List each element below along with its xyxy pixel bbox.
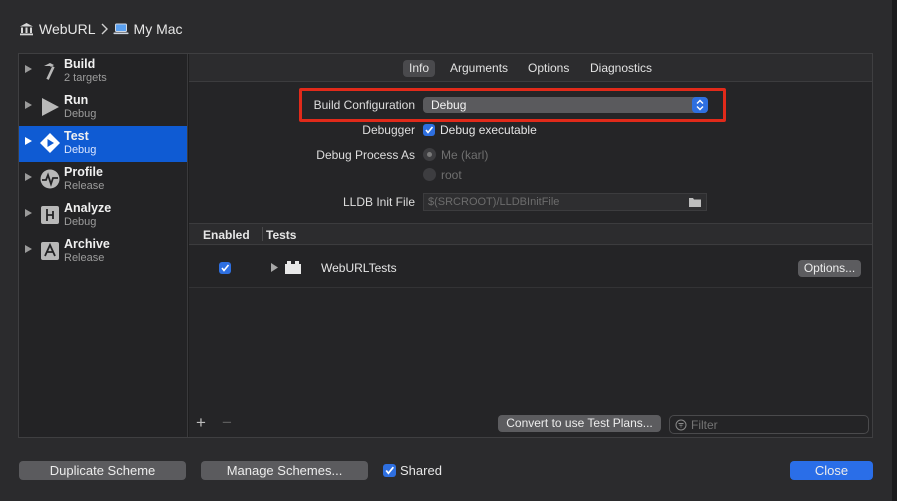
process-me-radio[interactable] (423, 148, 436, 161)
tests-table-header: Enabled Tests (189, 223, 872, 245)
filter-icon (675, 419, 687, 431)
breadcrumb-project[interactable]: WebURL (39, 21, 96, 37)
sidebar-item-label: Profile (64, 165, 103, 179)
disclosure-triangle-icon[interactable] (25, 245, 32, 253)
debug-process-label: Debug Process As (316, 148, 415, 162)
scheme-breadcrumb[interactable]: WebURL My Mac (19, 19, 183, 39)
checkmark-icon (385, 466, 395, 475)
process-me-label: Me (karl) (441, 148, 489, 162)
shared-checkbox[interactable] (383, 464, 396, 477)
sidebar-item-profile[interactable]: Profile Release (19, 162, 187, 198)
play-icon (42, 98, 59, 116)
tab-info[interactable]: Info (403, 60, 436, 77)
disclosure-triangle-icon[interactable] (25, 101, 32, 109)
lldb-init-label: LLDB Init File (342, 195, 415, 209)
test-enabled-checkbox[interactable] (219, 262, 231, 274)
disclosure-triangle-icon[interactable] (271, 263, 278, 272)
manage-schemes-button[interactable]: Manage Schemes... (201, 461, 368, 480)
window-edge (892, 0, 897, 501)
checkmark-icon (425, 126, 434, 134)
profile-gauge-icon (40, 169, 60, 189)
process-root-label: root (441, 168, 462, 182)
annotation-highlight-box (299, 88, 726, 122)
lldb-init-file-field[interactable]: $(SRCROOT)/LLDBInitFile (423, 193, 707, 211)
disclosure-triangle-icon[interactable] (25, 173, 32, 181)
debug-executable-checkbox[interactable] (423, 124, 435, 136)
breadcrumb-destination[interactable]: My Mac (134, 21, 183, 37)
tab-options[interactable]: Options (522, 60, 575, 77)
sidebar-item-test[interactable]: Test Debug (19, 126, 187, 162)
disclosure-triangle-icon[interactable] (25, 209, 32, 217)
column-tests[interactable]: Tests (266, 228, 296, 242)
folder-icon[interactable] (688, 196, 702, 208)
checkmark-icon (221, 264, 230, 272)
process-root-radio[interactable] (423, 168, 436, 181)
test-bundle-icon (285, 261, 301, 274)
laptop-icon (113, 23, 129, 35)
test-diamond-icon (40, 133, 60, 153)
column-separator (262, 227, 263, 241)
column-enabled[interactable]: Enabled (203, 228, 250, 242)
hammer-icon (44, 63, 55, 80)
test-options-button[interactable]: Options... (798, 260, 861, 277)
sidebar-item-sublabel: 2 targets (64, 72, 107, 84)
filter-field[interactable]: Filter (669, 415, 869, 434)
disclosure-triangle-icon[interactable] (25, 65, 32, 73)
sidebar-item-sublabel: Release (64, 252, 105, 264)
debugger-label: Debugger (362, 123, 415, 137)
sidebar-item-label: Archive (64, 237, 110, 251)
bank-icon (20, 23, 33, 36)
convert-test-plans-button[interactable]: Convert to use Test Plans... (498, 415, 661, 432)
sidebar-item-label: Analyze (64, 201, 112, 215)
tab-bar: Info Arguments Options Diagnostics (189, 54, 872, 82)
sidebar-item-sublabel: Debug (64, 216, 97, 228)
disclosure-triangle-icon[interactable] (25, 137, 32, 145)
sidebar-item-label: Build (64, 57, 96, 71)
analyze-icon (41, 206, 59, 224)
lldb-init-placeholder: $(SRCROOT)/LLDBInitFile (428, 196, 560, 208)
debug-executable-label[interactable]: Debug executable (440, 123, 537, 137)
tab-arguments[interactable]: Arguments (444, 60, 514, 77)
sidebar-item-analyze[interactable]: Analyze Debug (19, 198, 187, 234)
sidebar-item-label: Test (64, 129, 89, 143)
sidebar-item-sublabel: Debug (64, 108, 97, 120)
sidebar-item-sublabel: Debug (64, 144, 97, 156)
table-row[interactable]: WebURLTests Options... (189, 246, 872, 288)
test-name: WebURLTests (321, 261, 397, 275)
sidebar-item-build[interactable]: Build 2 targets (19, 54, 187, 90)
sidebar-item-run[interactable]: Run Debug (19, 90, 187, 126)
shared-label[interactable]: Shared (400, 463, 442, 478)
tab-diagnostics[interactable]: Diagnostics (584, 60, 658, 77)
scheme-actions-sidebar: Build 2 targets Run Debug Test Debug Pro… (19, 54, 188, 437)
close-button[interactable]: Close (790, 461, 873, 480)
duplicate-scheme-button[interactable]: Duplicate Scheme (19, 461, 186, 480)
archive-icon (41, 242, 59, 260)
sidebar-item-label: Run (64, 93, 89, 107)
filter-placeholder: Filter (691, 418, 718, 432)
sidebar-item-sublabel: Release (64, 180, 105, 192)
sidebar-item-archive[interactable]: Archive Release (19, 234, 187, 270)
remove-test-button[interactable]: − (222, 413, 232, 433)
chevron-right-icon (101, 23, 108, 35)
add-test-button[interactable]: + (196, 413, 206, 433)
